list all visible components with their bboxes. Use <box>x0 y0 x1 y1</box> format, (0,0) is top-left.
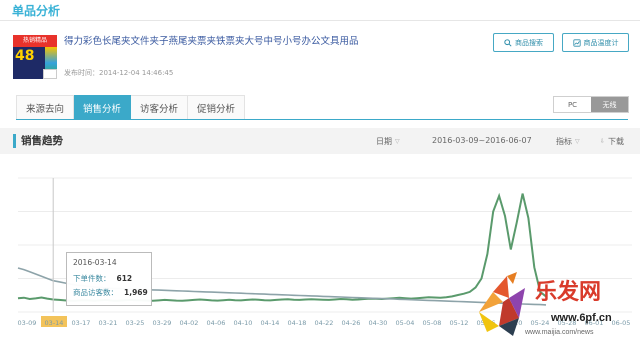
search-icon <box>504 38 512 47</box>
x-tick-label: 04-18 <box>288 319 307 327</box>
publish-label: 发布时间： <box>64 69 99 77</box>
chart-tooltip: 2016-03-14 下单件数： 612 商品访客数： 1,969 <box>66 252 152 306</box>
x-tick-label: 04-10 <box>234 319 253 327</box>
date-range-value: 2016-03-09~2016-06-07 <box>432 136 532 145</box>
tab-visitors-label: 访客分析 <box>140 103 179 115</box>
watermark-title: 乐发网 <box>535 279 602 305</box>
publish-value: 2014-12-04 14:46:45 <box>99 69 174 77</box>
metric-dropdown[interactable]: 指标 ▽ <box>556 136 580 147</box>
header-divider <box>0 20 640 21</box>
trend-accent-bar <box>13 134 16 148</box>
product-search-label: 商品搜索 <box>515 38 543 47</box>
date-dropdown-label: 日期 <box>376 137 392 146</box>
x-tick-label: 03-09 <box>18 319 37 327</box>
x-tick-label: 04-30 <box>369 319 388 327</box>
x-tick-label: 05-08 <box>423 319 442 327</box>
tooltip-visitors-label: 商品访客数： <box>73 288 118 297</box>
chevron-down-icon: ▽ <box>395 138 400 145</box>
publish-time: 发布时间：2014-12-04 14:46:45 <box>64 68 173 78</box>
tooltip-date: 2016-03-14 <box>73 258 117 267</box>
tab-promotion-label: 促销分析 <box>197 103 236 115</box>
tooltip-orders-label: 下单件数： <box>73 274 111 283</box>
tab-source-label: 来源去向 <box>26 103 65 115</box>
page-root: 单品分析 热销精品 48 得力彩色长尾夹文件夹子燕尾夹票夹铁票夹大号中号小号办公… <box>0 0 640 344</box>
x-tick-label: 04-26 <box>342 319 361 327</box>
x-tick-label: 03-29 <box>153 319 172 327</box>
site-watermark: 乐发网 www.6pf.cn www.maijia.com/news <box>473 268 638 342</box>
thermometer-icon <box>572 38 581 47</box>
x-tick-label: 04-02 <box>180 319 199 327</box>
watermark-url-secondary: www.maijia.com/news <box>525 329 594 336</box>
x-tick-label: 03-14 <box>45 319 64 327</box>
watermark-url-primary: www.6pf.cn <box>551 312 612 324</box>
tab-sales[interactable]: 销售分析 <box>74 95 132 119</box>
device-pc-button[interactable]: PC <box>554 97 591 112</box>
trend-title: 销售趋势 <box>21 135 63 147</box>
product-thermometer-button[interactable]: 商品温度计 <box>562 33 629 52</box>
device-wireless-button[interactable]: 无线 <box>591 97 628 112</box>
product-thermometer-label: 商品温度计 <box>583 38 619 47</box>
tabs-underline <box>16 119 628 120</box>
product-search-button[interactable]: 商品搜索 <box>493 33 554 52</box>
x-tick-label: 04-06 <box>207 319 226 327</box>
download-button[interactable]: ⇩ 下载 <box>600 136 624 147</box>
tab-sales-label: 销售分析 <box>83 103 122 115</box>
tooltip-orders-value: 612 <box>116 274 133 283</box>
chevron-down-icon: ▽ <box>575 138 580 145</box>
tab-source[interactable]: 来源去向 <box>16 95 75 119</box>
product-thumbnail[interactable]: 热销精品 48 <box>13 35 57 79</box>
date-range-picker[interactable]: 2016-03-09~2016-06-07 <box>432 136 532 145</box>
x-tick-label: 05-12 <box>450 319 469 327</box>
x-tick-label: 05-04 <box>396 319 415 327</box>
x-tick-label: 04-14 <box>261 319 280 327</box>
product-name-link[interactable]: 得力彩色长尾夹文件夹子燕尾夹票夹铁票夹大号中号小号办公文具用品 <box>64 33 359 47</box>
tab-visitors[interactable]: 访客分析 <box>131 95 189 119</box>
tooltip-row-visitors: 商品访客数： 1,969 <box>73 287 148 298</box>
analysis-tabs: 来源去向 销售分析 访客分析 促销分析 <box>16 95 246 119</box>
download-icon: ⇩ <box>600 138 606 145</box>
bird-logo-icon <box>479 272 525 336</box>
x-tick-label: 03-25 <box>126 319 145 327</box>
tooltip-visitors-value: 1,969 <box>124 288 148 297</box>
x-tick-label: 03-17 <box>72 319 91 327</box>
thumb-banner-text: 热销精品 <box>13 35 57 47</box>
thumb-package <box>43 69 57 79</box>
thumb-big-number: 48 <box>15 48 35 64</box>
device-toggle: PC 无线 <box>553 96 629 113</box>
tooltip-row-orders: 下单件数： 612 <box>73 273 145 284</box>
page-title: 单品分析 <box>12 4 61 18</box>
sales-trend-header: 销售趋势 日期 ▽ 2016-03-09~2016-06-07 指标 ▽ ⇩ 下载 <box>0 128 640 154</box>
date-dropdown[interactable]: 日期 ▽ <box>376 136 400 147</box>
tab-promotion[interactable]: 促销分析 <box>188 95 246 119</box>
metric-dropdown-label: 指标 <box>556 137 572 146</box>
x-tick-label: 03-21 <box>99 319 118 327</box>
x-tick-label: 04-22 <box>315 319 334 327</box>
download-label: 下载 <box>608 137 625 146</box>
